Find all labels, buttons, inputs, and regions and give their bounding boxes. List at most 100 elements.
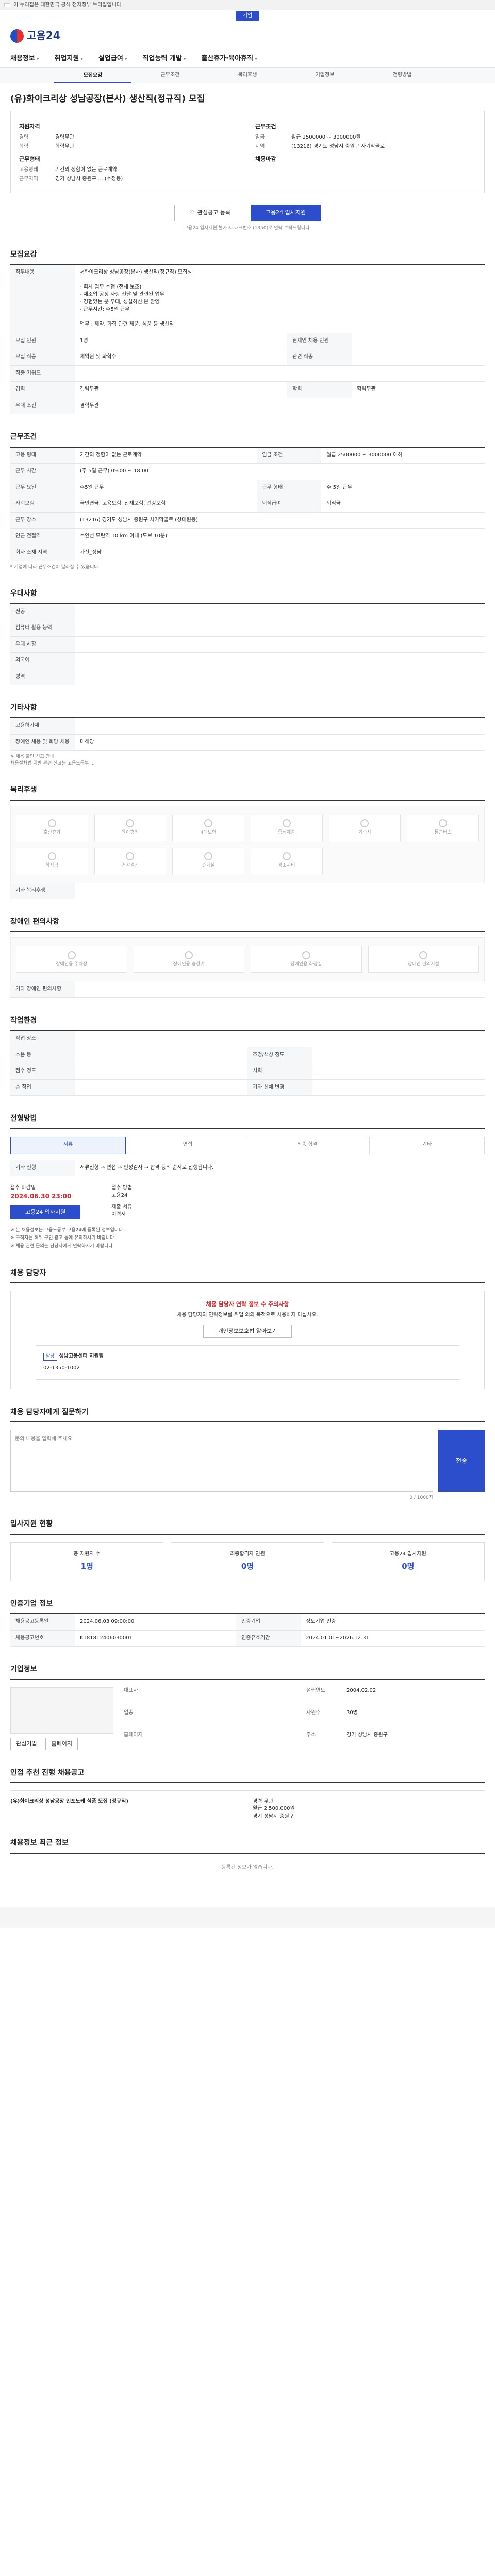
tab-welfare[interactable]: 복리후생 <box>209 72 286 79</box>
stat-label: 최종합격자 인원 <box>230 1551 265 1557</box>
prefer-table: 전공 컴퓨터 활용 능력 우대 사항 외국어 병역 <box>10 604 485 686</box>
company-value: 2004.02.02 <box>346 1687 376 1693</box>
row-label: 채용공고등록일 <box>10 1614 75 1631</box>
gnb-item-jobs[interactable]: 채용정보 <box>10 54 39 64</box>
row-label: 인증기업 <box>236 1614 301 1631</box>
qna-input[interactable] <box>10 1430 433 1492</box>
welfare-icon <box>204 852 213 861</box>
row-label: 임금 조건 <box>257 447 322 464</box>
qna-form: 전송 <box>10 1430 485 1492</box>
related-title[interactable]: (유)화이크리상 성남공장 인포노케 식품 모집 (정규직) <box>10 1799 128 1804</box>
section-heading: 우대사항 <box>10 588 485 604</box>
apply-button[interactable]: 고용24 입사지원 <box>250 204 321 221</box>
tab-process[interactable]: 전형방법 <box>364 72 441 79</box>
row-label: 퇴직급여 <box>257 496 322 513</box>
stat-value: 0명 <box>241 1562 254 1571</box>
row-label: 근무 형태 <box>257 480 322 497</box>
related-meta: 경기 성남시 중원구 <box>253 1813 294 1819</box>
deadline-value: 2024.06.30 23:00 <box>10 1192 72 1200</box>
action-buttons: ♡ 관심공고 등록 고용24 입사지원 <box>0 204 495 221</box>
row-label: 우대 조건 <box>10 398 75 415</box>
row-value: 주 5일 근무 <box>321 480 485 497</box>
company-value: 30명 <box>346 1709 358 1716</box>
section-heading: 전형방법 <box>10 1113 485 1129</box>
welfare-label: 중식제공 <box>278 830 295 836</box>
section-heading: 작업환경 <box>10 1015 485 1031</box>
stat-label: 고용24 입사지원 <box>389 1551 426 1557</box>
site-header: 고용24 <box>0 22 495 50</box>
contact-card: 담당 성남고용센터 지원팀 02-1350-1002 <box>36 1345 459 1380</box>
row-label: 모집 인원 <box>10 333 75 350</box>
privacy-law-button[interactable]: 개인정보보호법 알아보기 <box>203 1324 292 1338</box>
company-label: 업종 <box>124 1709 134 1716</box>
row-value: K181812406030001 <box>75 1630 237 1647</box>
row-label: 인근 전철역 <box>10 528 75 545</box>
welfare-label: 육아휴직 <box>121 830 139 836</box>
summary-label: 고용형태 <box>19 166 38 173</box>
row-value <box>75 1063 248 1080</box>
related-meta: 경력 무관 <box>253 1798 273 1804</box>
restroom-icon <box>302 951 310 959</box>
summary-label: 지역 <box>255 144 265 150</box>
disability-item: 장애인용 승강기 <box>133 946 244 973</box>
welfare-item: 기숙사 <box>328 814 401 841</box>
summary-label: 임금 <box>255 134 265 140</box>
site-logo[interactable]: 고용24 <box>10 28 60 43</box>
gnb-item-parental[interactable]: 출산휴가·육아휴직 <box>201 54 257 64</box>
row-label: 경력 <box>10 381 75 398</box>
fav-company-button[interactable]: 관심기업 <box>10 1737 43 1750</box>
row-label: 손 작업 <box>10 1079 75 1096</box>
company-label: 사원수 <box>306 1709 321 1716</box>
homepage-button[interactable]: 홈페이지 <box>45 1737 78 1750</box>
applicants-section: 입사지원 현황 총 지원자 수 1명 최종합격자 인원 0명 고용24 입사지원 0명 <box>0 1519 495 1582</box>
company-label: 주소 <box>306 1732 316 1738</box>
manager-alert: 채용 담당자 연락 정보 수 주의사항 채용 담당자의 연락정보를 취업 외의 … <box>10 1291 485 1390</box>
welfare-item: 육아휴직 <box>94 814 167 841</box>
row-label: 전공 <box>10 604 75 620</box>
row-label: 작업 장소 <box>10 1031 75 1047</box>
other-table: 고용허가제 장애인 채용 및 희망 채용 미해당 <box>10 718 485 751</box>
section-heading: 채용 담당자 <box>10 1268 485 1284</box>
qna-send-button[interactable]: 전송 <box>438 1430 485 1492</box>
environment-table: 작업 장소 소음 등 조명/색상 정도 점수 정도 시력 손 작업 기타 신체 변경 <box>10 1031 485 1096</box>
row-value <box>75 636 485 653</box>
row-label: 조명/색상 정도 <box>248 1047 312 1064</box>
apply-button-2[interactable]: 고용24 입사지원 <box>10 1205 81 1219</box>
stat-card: 총 지원자 수 1명 <box>10 1541 164 1582</box>
gnb-item-unemployment[interactable]: 실업급여 <box>98 54 127 64</box>
row-value: (주 5일 근무) 09:00 ~ 18:00 <box>75 463 485 480</box>
disability-section: 장애인 편의사항 장애인용 주차장 장애인용 승강기 장애인용 화장실 장애인 … <box>0 917 495 998</box>
disability-label: 장애인용 주차장 <box>56 961 88 967</box>
row-value <box>312 1079 485 1096</box>
row-label: 관련 직종 <box>287 349 352 366</box>
method-value: 고용24 <box>111 1192 128 1198</box>
tab-conditions[interactable]: 근무조건 <box>131 72 209 79</box>
row-label: 근무 장소 <box>10 512 75 529</box>
company-label: 설립연도 <box>306 1687 325 1693</box>
welfare-icon <box>47 819 56 828</box>
scrap-button[interactable]: ♡ 관심공고 등록 <box>174 204 245 221</box>
gnb-item-employment[interactable]: 취업지원 <box>55 54 84 64</box>
global-nav: 채용정보 취업지원 실업급여 직업능력 개발 출산휴가·육아휴직 <box>0 50 495 68</box>
row-label: 장애인 채용 및 희망 채용 <box>10 734 75 751</box>
process-notes: ※ 본 채용정보는 고용노동부 고용24에 등록된 정보입니다. ※ 구직자는 … <box>10 1227 125 1249</box>
tab-recruit[interactable]: 모집요강 <box>54 68 131 83</box>
row-value: 월급 2500000 ~ 3000000 이하 <box>321 447 485 464</box>
tab-company[interactable]: 기업정보 <box>286 72 364 79</box>
stat-value: 0명 <box>402 1562 415 1571</box>
section-heading: 모집요강 <box>10 249 485 265</box>
row-label: 인증유효기간 <box>236 1630 301 1647</box>
disability-item: 장애인용 주차장 <box>16 946 127 973</box>
welfare-icon <box>204 819 213 828</box>
row-value: 제약원 및 화학수 <box>75 349 288 366</box>
row-label: 병역 <box>10 669 75 685</box>
row-value: (13216) 경기도 성남시 중원구 사기막골로 (상대원동) <box>75 512 485 529</box>
section-heading: 채용 담당자에게 질문하기 <box>10 1407 485 1423</box>
topbar-link-company[interactable]: 기업 <box>235 11 260 21</box>
welfare-icon <box>282 819 291 828</box>
gnb-item-training[interactable]: 직업능력 개발 <box>143 54 186 64</box>
company-label: 대표자 <box>124 1687 138 1693</box>
welfare-etc-table: 기타 복리후생 <box>10 883 485 900</box>
section-heading: 근무조건 <box>10 432 485 448</box>
related-item[interactable]: (유)화이크리상 성남공장 인포노케 식품 모집 (정규직) 경력 무관 월급 … <box>10 1790 485 1821</box>
